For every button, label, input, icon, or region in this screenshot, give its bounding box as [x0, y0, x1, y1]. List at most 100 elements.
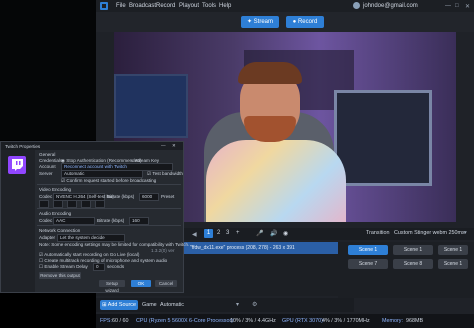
dialog-sidebar — [1, 150, 35, 292]
status-bar: FPS: 60 / 60 CPU (Ryzen 5 5600X 6-Core P… — [96, 314, 474, 328]
fps-label: FPS: — [100, 318, 112, 324]
option-box[interactable] — [53, 200, 63, 208]
option-box[interactable] — [67, 200, 77, 208]
bitrate-input[interactable]: 6000 — [139, 193, 159, 201]
divider — [37, 184, 181, 185]
add-source-label: Add Source — [107, 302, 136, 308]
chevron-down-icon[interactable]: ▾ — [464, 230, 467, 236]
scene-button[interactable]: Scene 7 — [348, 259, 388, 269]
stream-delay-checkbox[interactable]: ☐ Enable Stream Delay — [39, 264, 88, 270]
toolbar: ✦ Stream ● Record — [96, 12, 474, 32]
test-bandwidth-checkbox[interactable]: ☑ Test bandwidth — [147, 171, 183, 177]
preview-monitor-left — [114, 74, 188, 138]
account-value: Reconnect account with Twitch — [64, 164, 127, 169]
page-2-button[interactable]: 2 — [217, 230, 220, 236]
camera-icon[interactable]: ◉ — [283, 230, 288, 237]
minimize-icon[interactable]: — — [161, 143, 166, 148]
divider — [37, 225, 181, 226]
general-heading: General — [39, 152, 56, 157]
audio-heading: Audio Encoding — [39, 211, 72, 216]
avatar[interactable] — [353, 2, 360, 9]
menu-record[interactable]: Record — [156, 3, 175, 9]
adapter-value: Let the system decide — [60, 235, 105, 240]
memory-label: Memory: — [382, 318, 403, 324]
remove-output-button[interactable]: Remove this output — [39, 272, 81, 279]
record-icon: ● — [292, 19, 297, 25]
stream-button[interactable]: ✦ Stream — [241, 16, 279, 28]
server-value: Automatic — [64, 171, 85, 176]
preview-person-hair — [238, 62, 302, 84]
minimize-icon[interactable]: — — [445, 3, 451, 9]
codec-value: NVENC H.264 (Self-test hw) — [56, 194, 114, 199]
scenes-panel: Scene 1 Scene 1 Scene 1 Scene 7 Scene 8 … — [338, 242, 474, 298]
game-select[interactable]: Automatic — [160, 302, 184, 308]
background-strip — [0, 0, 96, 140]
add-source-button[interactable]: ⊞ Add Source — [100, 300, 138, 310]
menu-playout[interactable]: Playout — [179, 3, 199, 9]
add-page-icon[interactable]: + — [236, 230, 240, 236]
transition-select[interactable]: Custom Stinger webm 250ms — [394, 230, 465, 236]
server-select[interactable]: Automatic — [61, 170, 143, 178]
chevron-down-icon[interactable]: ▾ — [236, 301, 239, 308]
adapter-label: Adapter — [39, 235, 56, 240]
seconds-label: seconds — [107, 264, 125, 269]
credentials-label: Credentials — [39, 158, 63, 163]
scene-button[interactable]: Scene 1 — [348, 245, 388, 255]
bitrate-label: Bitrate (kbps) — [107, 194, 135, 199]
close-icon[interactable]: ✕ — [465, 3, 470, 10]
maximize-icon[interactable]: □ — [455, 3, 459, 9]
gpu-value: 4% / 3% / 1770MHz — [322, 318, 370, 324]
playback-back-icon[interactable]: ◀ — [192, 231, 197, 238]
stream-properties-dialog: Twitch Properties — ✕ General Credential… — [0, 141, 189, 293]
bitrate-value: 6000 — [142, 194, 153, 199]
record-label: Record — [297, 19, 318, 25]
game-label: Game — [142, 302, 157, 308]
app-logo-icon — [100, 2, 108, 10]
page-1-button[interactable]: 1 — [204, 229, 213, 238]
audio-codec-select[interactable]: AAC — [53, 217, 95, 225]
cpu-value: 10% / 3% / 4.4GHz — [230, 318, 276, 324]
microphone-icon[interactable]: 🎤 — [256, 230, 263, 237]
option-box[interactable] — [39, 200, 49, 208]
transition-label: Transition — [366, 230, 390, 236]
scene-button[interactable]: Scene 1 — [393, 245, 433, 255]
server-label: Server — [39, 171, 53, 176]
audio-bitrate-label: Bitrate (kbps) — [97, 218, 125, 223]
close-icon[interactable]: ✕ — [172, 143, 176, 149]
menu-tools[interactable]: Tools — [202, 3, 216, 9]
twitch-icon[interactable] — [8, 156, 26, 174]
option-box[interactable] — [95, 200, 105, 208]
user-email: johndoe@gmail.com — [363, 3, 418, 9]
scene-button[interactable]: Scene 1 — [438, 259, 468, 269]
broadcast-icon: ✦ — [246, 19, 252, 25]
cpu-label: CPU (Ryzen 5 5600X 6-Core Processor): — [136, 318, 235, 324]
record-button[interactable]: ● Record — [286, 16, 324, 28]
menu-help[interactable]: Help — [219, 3, 231, 9]
ok-button[interactable]: OK — [131, 280, 151, 287]
scene-button[interactable]: Scene 1 — [438, 245, 468, 255]
audio-bitrate-select[interactable]: 160 — [129, 217, 149, 225]
menu-file[interactable]: File — [116, 3, 126, 9]
menu-broadcast[interactable]: Broadcast — [129, 3, 156, 9]
preset-label: Preset — [161, 194, 175, 199]
add-source-bar: ⊞ Add Source Game Automatic ▾ ⚙ — [96, 298, 354, 312]
stream-label: Stream — [253, 19, 274, 25]
speaker-icon[interactable]: 🔊 — [270, 230, 277, 237]
adapter-select[interactable]: Let the system decide — [57, 234, 125, 242]
audio-bitrate-value: 160 — [132, 218, 140, 223]
account-label: Account — [39, 164, 56, 169]
preview-person-shirt — [206, 140, 346, 222]
cancel-button[interactable]: Cancel — [155, 280, 177, 287]
setup-wizard-button[interactable]: Setup wizard — [99, 280, 125, 293]
delay-input[interactable]: 0 — [93, 263, 105, 271]
version-text: 1.3.2(0) ver — [151, 248, 175, 253]
menu-bar: File Broadcast Record Playout Tools Help… — [96, 0, 474, 12]
note-text: Note: Some encoding settings may be limi… — [39, 242, 190, 247]
source-label: "ffdw_dx11.exe" process (208, 278) - 263… — [190, 245, 295, 251]
page-3-button[interactable]: 3 — [226, 230, 229, 236]
scene-button[interactable]: Scene 8 — [393, 259, 433, 269]
audio-codec-value: AAC — [56, 218, 66, 223]
plus-icon: ⊞ — [102, 302, 107, 308]
settings-icon[interactable]: ⚙ — [252, 301, 257, 308]
option-box[interactable] — [81, 200, 91, 208]
